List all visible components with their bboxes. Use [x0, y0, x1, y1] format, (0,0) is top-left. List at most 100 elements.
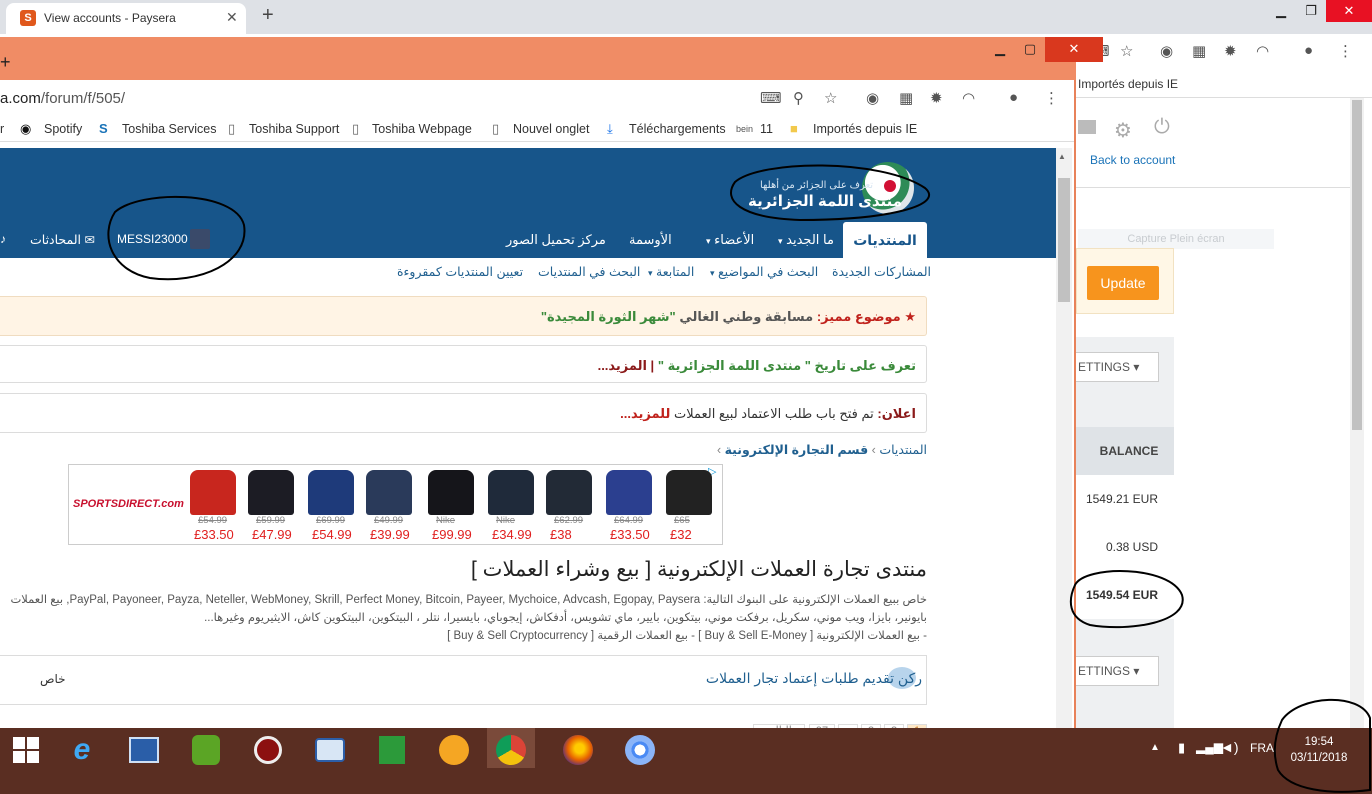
- close-window-icon[interactable]: ✕: [1326, 0, 1372, 22]
- volume-icon[interactable]: ◄): [1220, 739, 1239, 755]
- subforum-title-link[interactable]: ركن تقديم طلبات إعتماد تجار العملات: [706, 670, 922, 687]
- settings-dropdown-2[interactable]: ETTINGS ▾: [1076, 656, 1159, 686]
- back-to-account-link[interactable]: Back to account: [1090, 153, 1175, 167]
- featured-notice-text[interactable]: ★ موضوع مميز: مسابقة وطني الغالي "شهر ال…: [541, 309, 916, 325]
- window-title-bar[interactable]: [0, 37, 1076, 80]
- logout-power-icon[interactable]: ⏻: [1154, 116, 1170, 139]
- ad-product-image[interactable]: [366, 470, 412, 515]
- ad-product-image[interactable]: [428, 470, 474, 515]
- ad-product-price: £54.99: [312, 527, 352, 542]
- close-tab-icon[interactable]: ✕: [226, 9, 238, 26]
- subnav-search-threads[interactable]: البحث في المواضيع ▾: [710, 264, 818, 279]
- history-notice-text[interactable]: تعرف على تاريخ " منتدى اللمة الجزائرية "…: [598, 358, 916, 374]
- chrome-icon[interactable]: [491, 732, 531, 768]
- zoom-icon[interactable]: ⚲: [793, 89, 804, 107]
- subnav-mark-read[interactable]: تعيين المنتديات كمقروءة: [397, 264, 523, 279]
- bookmark-star-icon[interactable]: ☆: [1120, 42, 1133, 60]
- sportsdirect-logo[interactable]: SPORTSDIRECT.com: [73, 498, 184, 510]
- username-link[interactable]: MESSI23000: [117, 232, 188, 246]
- mail-icon[interactable]: [1078, 120, 1096, 134]
- settings-gear-icon[interactable]: ⚙: [1114, 118, 1132, 143]
- gear-extension-icon[interactable]: ✹: [1224, 42, 1237, 60]
- profile-icon[interactable]: ●: [1009, 89, 1018, 106]
- restore-icon[interactable]: ❐: [1296, 0, 1326, 22]
- bookmark-imported-ie[interactable]: Importés depuis IE: [813, 122, 917, 136]
- ad-product-image[interactable]: [666, 470, 712, 515]
- game-app-icon[interactable]: [434, 732, 474, 768]
- battery-icon[interactable]: ▮: [1178, 740, 1185, 756]
- minimize-icon[interactable]: ▁: [1266, 0, 1296, 22]
- forum-logo-title[interactable]: منتدى اللمة الجزائرية: [748, 192, 902, 210]
- scroll-up-icon[interactable]: ▲: [1058, 152, 1066, 161]
- windows-store-icon[interactable]: [372, 732, 412, 768]
- profile-icon[interactable]: ●: [1304, 42, 1313, 59]
- nav-tab-forums[interactable]: المنتديات: [843, 222, 927, 258]
- nav-whats-new-label: ما الجديد: [786, 232, 834, 247]
- nav-members[interactable]: الأعضاء ▾: [706, 232, 754, 248]
- media-player-icon[interactable]: [248, 732, 288, 768]
- bookmark-imported-ie[interactable]: Importés depuis IE: [1078, 77, 1178, 91]
- ad-product-image[interactable]: [488, 470, 534, 515]
- alerts-bell-icon[interactable]: ♪: [0, 232, 6, 246]
- background-scrollbar-thumb[interactable]: [1352, 100, 1362, 430]
- announcement-text[interactable]: اعلان: تم فتح باب طلب الاعتماد لبيع العم…: [620, 406, 916, 422]
- evernote-icon[interactable]: [186, 732, 226, 768]
- new-tab-icon[interactable]: +: [262, 4, 274, 27]
- headphones-extension-icon[interactable]: ◠: [962, 89, 975, 107]
- close-window-icon[interactable]: ✕: [1045, 37, 1103, 62]
- forum-logo-tagline: تعرف على الجزائر من أهلها: [760, 180, 874, 191]
- bookmark-partial[interactable]: r: [0, 122, 4, 136]
- subnav-search-forums[interactable]: البحث في المنتديات: [538, 264, 640, 279]
- ad-product-image[interactable]: [546, 470, 592, 515]
- ad-product-image[interactable]: [308, 470, 354, 515]
- nav-conversations[interactable]: ✉ المحادثات: [30, 232, 95, 247]
- nav-tags[interactable]: الأوسمة: [629, 232, 672, 248]
- menu-dots-icon[interactable]: ⋮: [1338, 42, 1353, 60]
- bookmark-toshiba-services[interactable]: Toshiba Services: [122, 122, 217, 136]
- bookmark-11[interactable]: 11: [760, 122, 773, 136]
- subnav-new-posts[interactable]: المشاركات الجديدة: [832, 264, 931, 279]
- update-button[interactable]: Update: [1087, 266, 1159, 300]
- bookmark-toshiba-support[interactable]: Toshiba Support: [249, 122, 339, 136]
- qr-extension-icon[interactable]: ▦: [899, 89, 913, 107]
- translate-icon[interactable]: ⌨: [760, 89, 782, 107]
- windows-start-icon[interactable]: [6, 732, 46, 768]
- forum-scrollbar-thumb[interactable]: [1058, 178, 1070, 302]
- breadcrumb-section[interactable]: قسم التجارة الإلكترونية: [725, 443, 869, 457]
- address-bar[interactable]: a.com/forum/f/505/: [0, 90, 125, 107]
- system-clock[interactable]: 19:54 03/11/2018: [1288, 734, 1350, 766]
- headphones-extension-icon[interactable]: ◠: [1256, 42, 1269, 60]
- new-tab-icon[interactable]: +: [0, 52, 11, 73]
- ad-product-image[interactable]: [190, 470, 236, 515]
- tray-expand-icon[interactable]: ▲: [1150, 742, 1160, 753]
- gear-extension-icon[interactable]: ✹: [930, 89, 943, 107]
- subnav-watched[interactable]: المتابعة ▾: [648, 264, 694, 279]
- page-icon: ▯: [492, 121, 500, 136]
- bookmark-telechargements[interactable]: Téléchargements: [629, 122, 726, 136]
- bookmark-spotify[interactable]: Spotify: [44, 122, 82, 136]
- language-indicator[interactable]: FRA: [1250, 741, 1274, 755]
- ad-product-image[interactable]: [606, 470, 652, 515]
- bookmark-toshiba-webpage[interactable]: Toshiba Webpage: [372, 122, 472, 136]
- remote-desktop-icon[interactable]: [124, 732, 164, 768]
- user-avatar[interactable]: [190, 229, 210, 249]
- background-tab-paysera[interactable]: S View accounts - Paysera ✕: [6, 3, 246, 34]
- chromium-icon[interactable]: [620, 732, 660, 768]
- chat-app-icon[interactable]: [310, 732, 350, 768]
- minimize-icon[interactable]: ▁: [985, 37, 1015, 62]
- ad-product-image[interactable]: [248, 470, 294, 515]
- breadcrumb-root[interactable]: المنتديات: [879, 443, 927, 457]
- bookmark-nouvel-onglet[interactable]: Nouvel onglet: [513, 122, 589, 136]
- menu-dots-icon[interactable]: ⋮: [1044, 89, 1059, 107]
- firefox-icon[interactable]: [558, 732, 598, 768]
- maximize-icon[interactable]: ▢: [1015, 37, 1045, 62]
- settings-dropdown[interactable]: ETTINGS ▾: [1076, 352, 1159, 382]
- network-icon[interactable]: ▂▄▆: [1196, 740, 1223, 754]
- nav-image-upload[interactable]: مركز تحميل الصور: [506, 232, 606, 248]
- nav-whats-new[interactable]: ما الجديد ▾: [778, 232, 834, 248]
- extension-circle-icon[interactable]: ◉: [1160, 42, 1173, 60]
- qr-extension-icon[interactable]: ▦: [1192, 42, 1206, 60]
- extension-circle-icon[interactable]: ◉: [866, 89, 879, 107]
- internet-explorer-icon[interactable]: e: [62, 732, 102, 768]
- bookmark-star-icon[interactable]: ☆: [824, 89, 837, 107]
